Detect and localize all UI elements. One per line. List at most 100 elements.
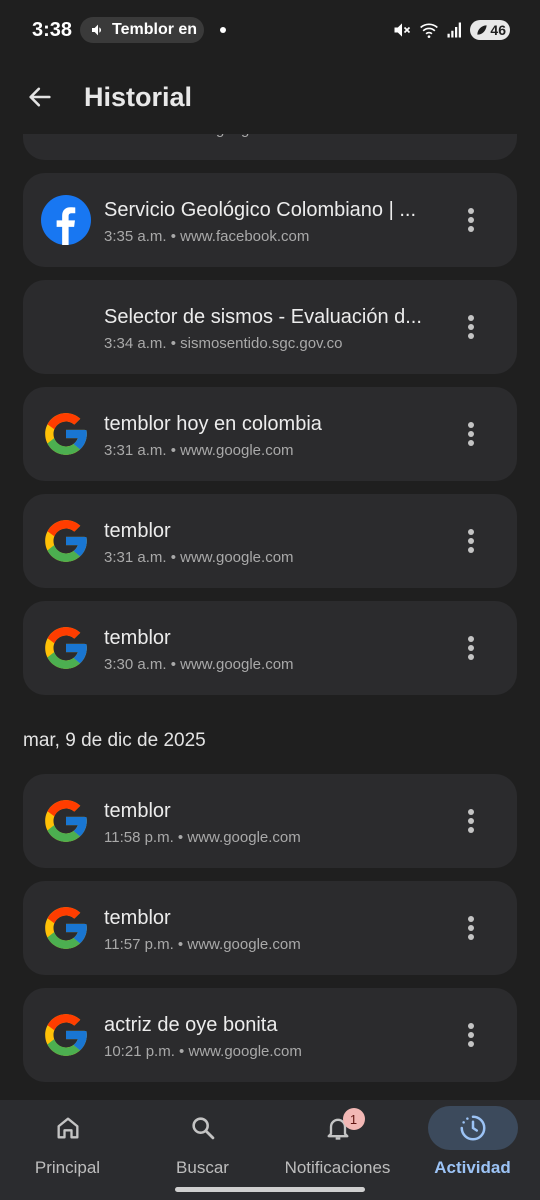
meta-separator: • bbox=[166, 549, 181, 566]
history-item-time: 3:30 a.m. bbox=[104, 656, 167, 673]
bell-icon: 1 bbox=[293, 1106, 383, 1150]
history-item-time: 11:57 p.m. bbox=[104, 936, 174, 953]
history-item-title: Selector de sismos - Evaluación d... bbox=[104, 306, 422, 328]
more-options-button[interactable] bbox=[453, 913, 489, 943]
more-options-button[interactable] bbox=[453, 806, 489, 836]
status-icons: 46 bbox=[392, 20, 510, 40]
meta-separator: • bbox=[166, 335, 181, 352]
history-item-title: Servicio Geológico Colombiano | ... bbox=[104, 199, 417, 221]
more-options-button[interactable] bbox=[453, 1020, 489, 1050]
history-item-time: 3:31 a.m. bbox=[104, 442, 167, 459]
activity-icon bbox=[427, 1106, 518, 1150]
history-item-meta: 11:57 p.m. • www.google.com bbox=[104, 936, 434, 953]
history-item-time: 10:21 p.m. bbox=[104, 1043, 175, 1060]
meta-separator: • bbox=[174, 1043, 189, 1060]
history-item-time: 3:35 a.m. bbox=[104, 228, 167, 245]
more-vert-icon bbox=[468, 529, 474, 553]
media-pill[interactable]: Temblor en bbox=[80, 17, 205, 43]
more-vert-icon bbox=[468, 1023, 474, 1047]
more-options-button[interactable] bbox=[453, 419, 489, 449]
history-item-site: sismosentido.sgc.gov.co bbox=[180, 335, 343, 352]
nav-home[interactable]: Principal bbox=[0, 1100, 135, 1200]
more-vert-icon bbox=[468, 809, 474, 833]
nav-label: Actividad bbox=[434, 1158, 511, 1177]
history-item-meta: 3:35 a.m. • www.facebook.com bbox=[104, 228, 434, 245]
history-item-site: www.google.com bbox=[180, 442, 294, 459]
history-item-site: www.google.com bbox=[187, 829, 301, 846]
more-vert-icon bbox=[468, 422, 474, 446]
signal-icon bbox=[447, 22, 461, 38]
page-title: Historial bbox=[84, 81, 193, 112]
app-bar: Historial bbox=[0, 60, 540, 134]
history-item-meta: 3:30 a.m. • www.google.com bbox=[104, 656, 434, 673]
arrow-back-icon bbox=[29, 87, 51, 107]
history-list[interactable]: 3:36 a.m. • www.google.com Servicio Geoló… bbox=[0, 134, 540, 1100]
bottom-navigation: Principal Buscar 1 Notificaciones Actividad bbox=[0, 1100, 540, 1200]
google-icon bbox=[41, 134, 91, 138]
history-item-meta: 10:21 p.m. • www.google.com bbox=[104, 1043, 434, 1060]
back-button[interactable] bbox=[20, 77, 60, 117]
history-item-site: www.google.com bbox=[180, 656, 294, 673]
history-item-site: www.google.com bbox=[187, 936, 301, 953]
nav-label: Principal bbox=[34, 1158, 101, 1177]
date-header: mar, 9 de dic de 2025 bbox=[23, 730, 206, 751]
more-options-button[interactable] bbox=[453, 312, 489, 342]
meta-separator: • bbox=[173, 936, 188, 953]
history-item-time: 3:31 a.m. bbox=[104, 549, 167, 566]
home-icon bbox=[23, 1106, 113, 1150]
notification-dot-icon bbox=[220, 27, 227, 33]
nav-bell[interactable]: 1 Notificaciones bbox=[270, 1100, 405, 1200]
more-options-button[interactable] bbox=[453, 633, 489, 663]
meta-separator: • bbox=[166, 656, 181, 673]
history-item[interactable]: actriz de oye bonita 10:21 p.m. • www.goo… bbox=[23, 988, 517, 1082]
history-item[interactable]: Servicio Geológico Colombiano | ... 3:35 … bbox=[23, 173, 517, 267]
history-item-meta: 11:58 p.m. • www.google.com bbox=[104, 829, 434, 846]
speaker-icon bbox=[92, 24, 102, 36]
history-item-meta: 3:36 a.m. • www.google.com bbox=[104, 134, 434, 138]
notification-badge: 1 bbox=[342, 1108, 365, 1130]
more-vert-icon bbox=[468, 636, 474, 660]
more-options-button[interactable] bbox=[453, 205, 489, 235]
history-item-site: www.google.com bbox=[180, 549, 294, 566]
history-item[interactable]: temblor 11:57 p.m. • www.google.com bbox=[23, 881, 517, 975]
google-icon bbox=[41, 516, 91, 566]
history-item-time: 11:58 p.m. bbox=[104, 829, 174, 846]
meta-separator: • bbox=[167, 134, 181, 138]
history-item-title: temblor bbox=[104, 907, 171, 929]
gesture-bar[interactable] bbox=[175, 1187, 365, 1192]
google-icon bbox=[41, 1010, 91, 1060]
meta-separator: • bbox=[173, 829, 188, 846]
more-vert-icon bbox=[468, 916, 474, 940]
nav-activity[interactable]: Actividad bbox=[405, 1100, 540, 1200]
google-icon bbox=[41, 409, 91, 459]
more-vert-icon bbox=[468, 315, 474, 339]
history-item[interactable]: temblor 3:30 a.m. • www.google.com bbox=[23, 601, 517, 695]
history-item-site: www.google.com bbox=[188, 1043, 302, 1060]
history-item-title: temblor bbox=[104, 800, 171, 822]
favicon-placeholder bbox=[41, 302, 91, 352]
history-item[interactable]: 3:36 a.m. • www.google.com bbox=[23, 134, 517, 160]
facebook-icon bbox=[41, 195, 91, 245]
history-item-meta: 3:34 a.m. • sismosentido.sgc.gov.co bbox=[104, 335, 434, 352]
history-item-time: 3:36 a.m. bbox=[104, 134, 167, 138]
nav-label: Notificaciones bbox=[284, 1158, 391, 1177]
history-item-title: temblor bbox=[104, 627, 171, 649]
nav-search[interactable]: Buscar bbox=[135, 1100, 270, 1200]
history-item-title: actriz de oye bonita bbox=[104, 1014, 278, 1036]
google-icon bbox=[41, 623, 91, 673]
history-item[interactable]: temblor 11:58 p.m. • www.google.com bbox=[23, 774, 517, 868]
meta-separator: • bbox=[166, 228, 181, 245]
history-item-site: www.facebook.com bbox=[180, 228, 310, 245]
search-icon bbox=[158, 1106, 248, 1150]
history-item[interactable]: temblor 3:31 a.m. • www.google.com bbox=[23, 494, 517, 588]
battery-level: 46 bbox=[490, 22, 506, 38]
history-item[interactable]: Selector de sismos - Evaluación d... 3:34… bbox=[23, 280, 517, 374]
history-item[interactable]: temblor hoy en colombia 3:31 a.m. • www.g… bbox=[23, 387, 517, 481]
media-pill-label: Temblor en bbox=[112, 21, 198, 38]
history-item-title: temblor bbox=[104, 520, 171, 542]
status-bar: 3:38 Temblor en 46 bbox=[0, 0, 540, 60]
history-item-time: 3:34 a.m. bbox=[104, 335, 167, 352]
wifi-icon bbox=[420, 23, 438, 38]
more-options-button[interactable] bbox=[453, 526, 489, 556]
more-vert-icon bbox=[468, 208, 474, 232]
